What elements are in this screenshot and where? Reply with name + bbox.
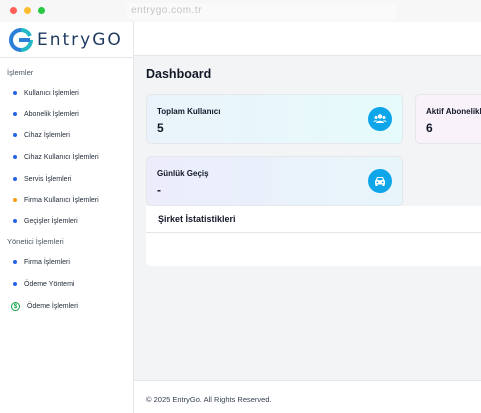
bullet-dot-icon xyxy=(13,177,17,181)
footer: © 2025 EntryGo. All Rights Reserved. xyxy=(134,380,481,413)
sidebar-item-odeme-yontemi[interactable]: Ödeme Yöntemi xyxy=(0,277,133,291)
entrygo-logo-icon xyxy=(9,28,33,52)
sidebar-item-label: Abonelik İşlemleri xyxy=(24,110,79,118)
sidebar-divider xyxy=(0,57,134,58)
sidebar-item-odeme-islemleri[interactable]: $ Ödeme İşlemleri xyxy=(0,299,133,313)
bullet-dot-icon xyxy=(13,219,17,223)
stat-card-label: Aktif Abonelikler xyxy=(426,107,481,116)
sidebar-item-cihaz-islemleri[interactable]: Cihaz İşlemleri xyxy=(0,128,133,142)
main-content: Dashboard Toplam Kullanıcı 5 Aktif Abone… xyxy=(134,22,481,413)
section-title-yonetici-islemleri: Yönetici İşlemleri xyxy=(7,237,64,246)
page-title: Dashboard xyxy=(146,67,212,81)
bullet-dot-icon xyxy=(13,282,17,286)
window-titlebar: entrygo.com.tr xyxy=(0,0,481,22)
company-stats-panel: Şirket İstatistikleri xyxy=(146,206,481,266)
top-header-bar xyxy=(134,22,481,56)
stat-card-value: 5 xyxy=(157,121,164,135)
sidebar: EntryGO İşlemler Kullanıcı İşlemleri Abo… xyxy=(0,22,134,413)
sidebar-item-label: Servis İşlemleri xyxy=(24,175,72,183)
address-bar[interactable]: entrygo.com.tr xyxy=(126,3,396,19)
stat-card-label: Toplam Kullanıcı xyxy=(157,107,221,116)
car-icon xyxy=(368,169,392,193)
stat-card-total-users[interactable]: Toplam Kullanıcı 5 xyxy=(146,94,403,144)
bullet-dot-icon xyxy=(13,91,17,95)
copyright-text: © 2025 EntryGo. All Rights Reserved. xyxy=(146,395,272,404)
sidebar-item-cihaz-kullanici-islemleri[interactable]: Cihaz Kullanıcı İşlemleri xyxy=(0,150,133,164)
maximize-window-button[interactable] xyxy=(38,7,45,14)
bullet-dot-icon xyxy=(13,133,17,137)
users-icon xyxy=(368,107,392,131)
sidebar-item-label: Ödeme Yöntemi xyxy=(24,280,75,288)
stats-panel-divider xyxy=(146,232,481,233)
bullet-dot-icon xyxy=(13,260,17,264)
stat-card-value: 6 xyxy=(426,121,433,135)
close-window-button[interactable] xyxy=(10,7,17,14)
section-title-islemler: İşlemler xyxy=(7,68,34,77)
sidebar-item-abonelik-islemleri[interactable]: Abonelik İşlemleri xyxy=(0,107,133,121)
stat-card-label: Günlük Geçiş xyxy=(157,169,209,178)
minimize-window-button[interactable] xyxy=(24,7,31,14)
sidebar-item-label: Cihaz İşlemleri xyxy=(24,131,70,139)
dollar-circle-icon: $ xyxy=(11,301,20,311)
sidebar-item-firma-kullanici-islemleri[interactable]: Firma Kullanıcı İşlemleri xyxy=(0,193,133,207)
sidebar-item-label: Ödeme İşlemleri xyxy=(27,302,78,310)
stat-card-active-subscriptions[interactable]: Aktif Abonelikler 6 xyxy=(415,94,481,144)
stat-card-value: - xyxy=(157,183,161,197)
sidebar-item-label: Kullanıcı İşlemleri xyxy=(24,89,79,97)
stats-panel-title: Şirket İstatistikleri xyxy=(158,214,236,224)
sidebar-item-label: Firma Kullanıcı İşlemleri xyxy=(24,196,99,204)
sidebar-item-gecisler-islemleri[interactable]: Geçişler İşlemleri xyxy=(0,214,133,228)
bullet-dot-icon xyxy=(13,198,17,202)
bullet-dot-icon xyxy=(13,155,17,159)
sidebar-item-label: Cihaz Kullanıcı İşlemleri xyxy=(24,153,99,161)
sidebar-item-servis-islemleri[interactable]: Servis İşlemleri xyxy=(0,172,133,186)
sidebar-item-kullanici-islemleri[interactable]: Kullanıcı İşlemleri xyxy=(0,86,133,100)
sidebar-item-label: Firma İşlemleri xyxy=(24,258,70,266)
brand-name: EntryGO xyxy=(37,30,123,50)
sidebar-item-firma-islemleri[interactable]: Firma İşlemleri xyxy=(0,255,133,269)
bullet-dot-icon xyxy=(13,112,17,116)
brand-logo[interactable]: EntryGO xyxy=(9,27,123,53)
sidebar-item-label: Geçişler İşlemleri xyxy=(24,217,78,225)
stat-card-daily-passes[interactable]: Günlük Geçiş - xyxy=(146,156,403,206)
